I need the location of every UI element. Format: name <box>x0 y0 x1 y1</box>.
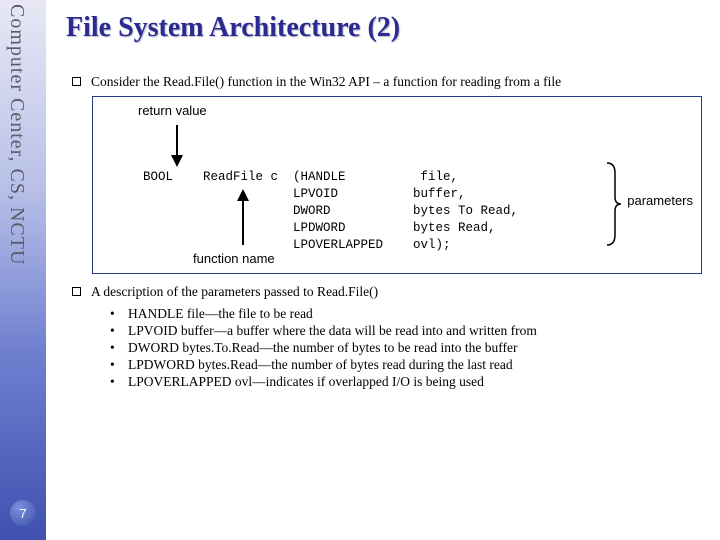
bracket-icon <box>605 161 623 247</box>
parameters-label: parameters <box>627 193 693 208</box>
function-name-label: function name <box>193 251 275 266</box>
bullet-2-text: A description of the parameters passed t… <box>91 284 378 300</box>
param-2: LPVOID buffer—a buffer where the data wi… <box>128 323 537 339</box>
list-item: •LPDWORD bytes.Read—the number of bytes … <box>110 357 708 373</box>
slide-title: File System Architecture (2) <box>66 12 708 44</box>
arrow-down-icon <box>167 123 187 167</box>
page-number: 7 <box>19 506 26 521</box>
bullet-dot-icon: • <box>110 323 128 339</box>
readfile-diagram: return value BOOL ReadFile c (HANDLE fil… <box>92 96 702 274</box>
list-item: •LPOVERLAPPED ovl—indicates if overlappe… <box>110 374 708 390</box>
param-4: LPDWORD bytes.Read—the number of bytes r… <box>128 357 513 373</box>
slide-content: File System Architecture (2) Consider th… <box>58 0 720 391</box>
sig-line-3: DWORD bytes To Read, <box>143 204 518 218</box>
sig-line-4: LPDWORD bytes Read, <box>143 221 496 235</box>
sig-line-2: LPVOID buffer, <box>143 187 466 201</box>
bullet-dot-icon: • <box>110 374 128 390</box>
sidebar-org-text: Computer Center, CS, NCTU <box>5 4 28 265</box>
bullet-1: Consider the Read.File() function in the… <box>72 74 708 90</box>
sidebar: Computer Center, CS, NCTU 7 <box>0 0 46 540</box>
page-number-badge: 7 <box>10 500 36 526</box>
square-bullet-icon <box>72 77 81 86</box>
code-signature: BOOL ReadFile c (HANDLE file, LPVOID buf… <box>143 169 518 253</box>
bullet-2: A description of the parameters passed t… <box>72 284 708 300</box>
parameter-list: •HANDLE file—the file to be read •LPVOID… <box>110 306 708 390</box>
param-1: HANDLE file—the file to be read <box>128 306 313 322</box>
sig-line-5: LPOVERLAPPED ovl); <box>143 238 451 252</box>
return-value-label: return value <box>138 103 207 118</box>
bullet-dot-icon: • <box>110 357 128 373</box>
sig-line-1: BOOL ReadFile c (HANDLE file, <box>143 170 458 184</box>
list-item: •DWORD bytes.To.Read—the number of bytes… <box>110 340 708 356</box>
arrow-up-icon <box>233 189 253 247</box>
list-item: •HANDLE file—the file to be read <box>110 306 708 322</box>
bullet-1-text: Consider the Read.File() function in the… <box>91 74 561 90</box>
param-5: LPOVERLAPPED ovl—indicates if overlapped… <box>128 374 484 390</box>
list-item: •LPVOID buffer—a buffer where the data w… <box>110 323 708 339</box>
bullet-dot-icon: • <box>110 340 128 356</box>
bullet-dot-icon: • <box>110 306 128 322</box>
param-3: DWORD bytes.To.Read—the number of bytes … <box>128 340 517 356</box>
square-bullet-icon <box>72 287 81 296</box>
